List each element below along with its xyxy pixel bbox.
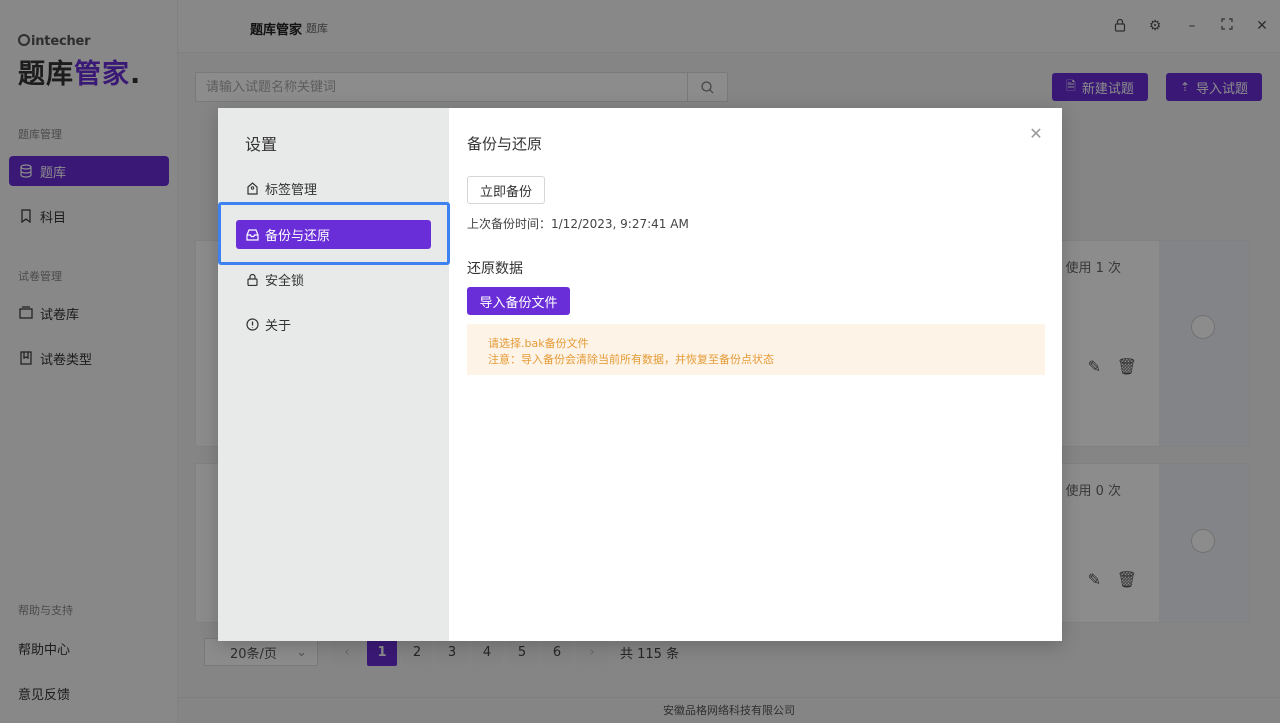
settings-menu: 设置 标签管理 备份与还原 安全锁 关于 [218, 108, 450, 641]
notice-line: 请选择.bak备份文件 [488, 337, 589, 350]
info-icon [246, 318, 259, 331]
backup-now-button[interactable]: 立即备份 [467, 176, 545, 204]
backup-heading: 备份与还原 [467, 135, 543, 153]
import-backup-button[interactable]: 导入备份文件 [467, 287, 570, 315]
settings-item-about[interactable]: 关于 [236, 310, 431, 339]
restore-heading: 还原数据 [467, 261, 523, 277]
settings-item-label: 备份与还原 [265, 229, 331, 244]
settings-dialog: 设置 标签管理 备份与还原 安全锁 关于 ✕ 备份与还原 立即备份 上次备份时间… [218, 108, 1062, 641]
settings-item-label: 标签管理 [265, 183, 318, 198]
close-icon[interactable]: ✕ [1028, 126, 1044, 142]
notice-line: 注意：导入备份会清除当前所有数据，并恢复至备份点状态 [488, 353, 774, 366]
tag-icon [247, 182, 258, 195]
settings-title: 设置 [245, 135, 278, 154]
settings-item-label: 安全锁 [265, 274, 305, 289]
settings-item-security-lock[interactable]: 安全锁 [236, 265, 431, 294]
settings-item-backup[interactable]: 备份与还原 [236, 220, 431, 249]
last-backup-time: 上次备份时间：1/12/2023, 9:27:41 AM [467, 217, 689, 231]
lock-icon [247, 273, 258, 286]
inbox-icon [246, 229, 259, 241]
backup-notice: 请选择.bak备份文件 注意：导入备份会清除当前所有数据，并恢复至备份点状态 [467, 324, 1045, 375]
settings-item-tags[interactable]: 标签管理 [236, 174, 431, 203]
settings-item-label: 关于 [265, 319, 292, 334]
